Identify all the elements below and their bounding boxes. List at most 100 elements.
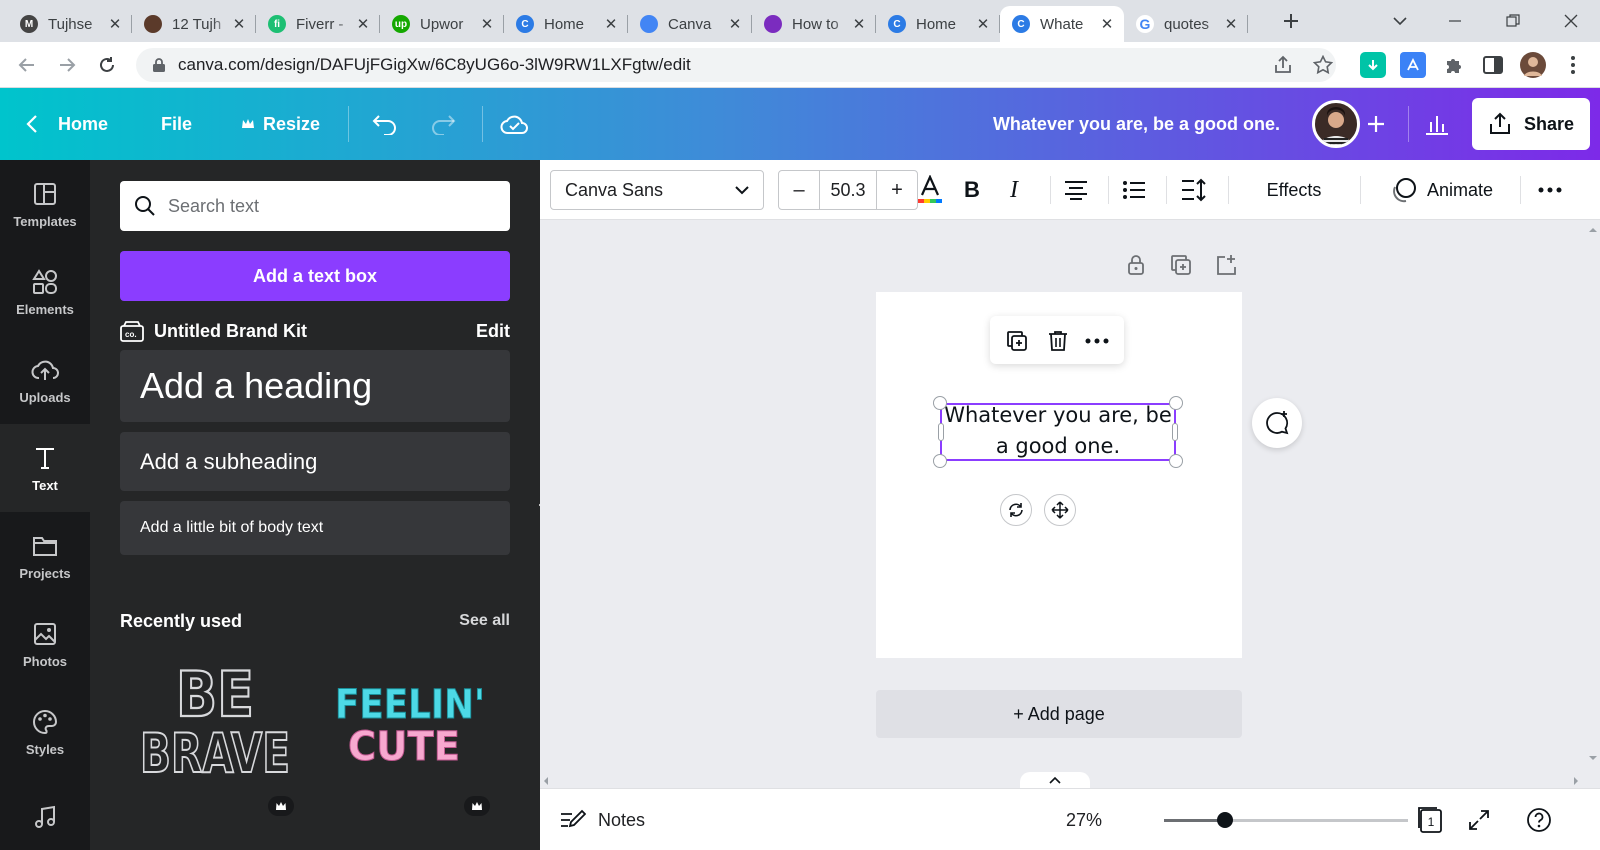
rail-item-photos[interactable]: Photos [0,600,90,688]
file-menu-button[interactable]: File [161,88,192,160]
fullscreen-button[interactable] [1464,805,1494,835]
recent-text-thumb-feelin-cute[interactable]: FEELIN' CUTE [320,660,510,790]
browser-tab[interactable]: C Whate ✕ [1000,6,1124,42]
browser-menu-button[interactable] [1560,52,1586,78]
address-bar[interactable]: canva.com/design/DAFUjFGigXw/6C8yUG6o-3l… [136,48,1336,82]
align-center-button[interactable] [1056,170,1096,210]
home-button[interactable]: Home [26,88,108,160]
browser-tab[interactable]: C Home ✕ [504,6,628,42]
tab-close-icon[interactable]: ✕ [602,15,620,33]
restore-window-button[interactable] [1498,6,1528,36]
element-more-button[interactable] [1084,328,1110,354]
add-page-top-button[interactable] [1213,252,1239,278]
spacing-button[interactable] [1174,170,1214,210]
resize-handle-right[interactable] [1172,423,1178,441]
zoom-percentage[interactable]: 27% [1066,789,1102,850]
add-heading-button[interactable]: Add a heading [120,350,510,422]
text-color-button[interactable] [910,170,950,210]
extension-2-icon[interactable] [1400,52,1426,78]
resize-handle-bottom-right[interactable] [1169,454,1183,468]
collaborator-avatar[interactable] [1312,100,1360,148]
close-window-button[interactable] [1556,6,1586,36]
zoom-slider[interactable] [1164,812,1408,828]
share-page-button[interactable] [1268,50,1298,80]
see-all-link[interactable]: See all [459,612,510,630]
browser-tab[interactable]: fi Fiverr - ✕ [256,6,380,42]
document-title[interactable]: Whatever you are, be a good one. [993,88,1280,160]
rail-item-audio[interactable] [0,776,90,850]
rail-item-elements[interactable]: Elements [0,248,90,336]
browser-tab[interactable]: Canva ✕ [628,6,752,42]
help-button[interactable] [1524,805,1554,835]
tab-close-icon[interactable]: ✕ [850,15,868,33]
delete-element-button[interactable] [1045,328,1071,354]
duplicate-element-button[interactable] [1004,328,1030,354]
browser-tab[interactable]: 12 Tujh ✕ [132,6,256,42]
extensions-puzzle-icon[interactable] [1440,52,1466,78]
redo-button[interactable] [430,88,456,160]
browser-tab[interactable]: up Upwor ✕ [380,6,504,42]
browser-tab[interactable]: M Tujhse ✕ [8,6,132,42]
browser-tab[interactable]: C Home ✕ [876,6,1000,42]
share-button[interactable]: Share [1472,98,1590,150]
search-text-input[interactable] [168,195,488,217]
tab-close-icon[interactable]: ✕ [1098,15,1116,33]
tab-close-icon[interactable]: ✕ [974,15,992,33]
add-comment-button[interactable] [1252,398,1302,448]
font-size-value[interactable]: 50.3 [819,171,877,209]
lock-page-button[interactable] [1123,252,1149,278]
tab-close-icon[interactable]: ✕ [354,15,372,33]
add-subheading-button[interactable]: Add a subheading [120,432,510,491]
browser-tab[interactable]: Gquotes ✕ [1124,6,1248,42]
undo-button[interactable] [372,88,398,160]
rail-item-projects[interactable]: Projects [0,512,90,600]
italic-button[interactable]: I [994,170,1034,210]
page-count-button[interactable]: 1 [1415,805,1445,835]
show-pages-button[interactable] [1020,772,1090,788]
duplicate-page-button[interactable] [1168,252,1194,278]
more-options-button[interactable] [1530,170,1570,210]
tab-close-icon[interactable]: ✕ [106,15,124,33]
add-body-text-button[interactable]: Add a little bit of body text [120,501,510,555]
resize-handle-left[interactable] [938,423,944,441]
vertical-scrollbar[interactable] [1586,220,1600,780]
animate-button[interactable]: Animate [1376,170,1508,210]
browser-tab[interactable]: How to ✕ [752,6,876,42]
zoom-slider-knob[interactable] [1217,812,1233,828]
invite-button[interactable] [1366,88,1386,160]
recent-text-thumb-be-brave[interactable]: BE BRAVE [120,657,310,790]
resize-button[interactable]: Resize [241,88,320,160]
font-family-dropdown[interactable]: Canva Sans [550,170,764,210]
extension-1-icon[interactable] [1360,52,1386,78]
brand-kit-edit-button[interactable]: Edit [476,321,510,342]
back-button[interactable] [12,50,42,80]
effects-button[interactable]: Effects [1244,170,1344,210]
canvas-text-element[interactable]: Whatever you are, be a good one. [940,400,1176,462]
minimize-window-button[interactable] [1440,6,1470,36]
cloud-save-button[interactable] [500,88,530,160]
tab-close-icon[interactable]: ✕ [478,15,496,33]
insights-button[interactable] [1424,88,1450,160]
tab-close-icon[interactable]: ✕ [726,15,744,33]
list-button[interactable] [1114,170,1154,210]
resize-handle-top-right[interactable] [1169,396,1183,410]
new-tab-button[interactable] [1276,6,1306,36]
add-page-button[interactable]: + Add page [876,690,1242,738]
tab-search-button[interactable] [1385,6,1415,36]
move-handle[interactable] [1044,494,1076,526]
tab-close-icon[interactable]: ✕ [1222,15,1240,33]
rotate-handle[interactable] [1000,494,1032,526]
decrease-font-size-button[interactable]: – [779,171,819,209]
rail-item-uploads[interactable]: Uploads [0,336,90,424]
rail-item-text[interactable]: Text [0,424,90,512]
tab-close-icon[interactable]: ✕ [230,15,248,33]
side-panel-icon[interactable] [1480,52,1506,78]
bookmark-button[interactable] [1308,50,1338,80]
add-text-box-button[interactable]: Add a text box [120,251,510,301]
bold-button[interactable]: B [952,170,992,210]
notes-button[interactable]: Notes [560,789,645,850]
rail-item-styles[interactable]: Styles [0,688,90,776]
reload-button[interactable] [92,50,122,80]
resize-handle-bottom-left[interactable] [933,454,947,468]
resize-handle-top-left[interactable] [933,396,947,410]
